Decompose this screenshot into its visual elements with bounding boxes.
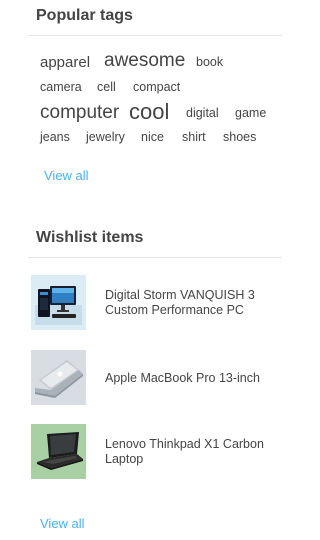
wishlist-divider <box>28 257 282 258</box>
tag-compact[interactable]: compact <box>133 81 180 94</box>
tag-cell[interactable]: cell <box>97 81 116 94</box>
tag-nice[interactable]: nice <box>141 131 164 144</box>
wishlist-item-name[interactable]: Lenovo Thinkpad X1 Carbon Laptop <box>105 424 283 480</box>
wishlist-item: Lenovo Thinkpad X1 Carbon Laptop <box>31 424 283 480</box>
wishlist-item: Apple MacBook Pro 13-inch <box>31 350 283 406</box>
tags-view-all-link[interactable]: View all <box>44 169 89 182</box>
thinkpad-icon[interactable] <box>31 424 86 479</box>
wishlist-item: Digital Storm VANQUISH 3 Custom Performa… <box>31 275 283 331</box>
popular-tags-divider <box>28 35 282 36</box>
tag-digital[interactable]: digital <box>186 107 219 120</box>
wishlist-view-all-link[interactable]: View all <box>40 517 85 530</box>
tag-shirt[interactable]: shirt <box>182 131 206 144</box>
tag-book[interactable]: book <box>196 56 223 69</box>
wishlist-item-name[interactable]: Apple MacBook Pro 13-inch <box>105 350 283 406</box>
tag-apparel[interactable]: apparel <box>40 55 90 70</box>
tag-game[interactable]: game <box>235 107 266 120</box>
tag-awesome[interactable]: awesome <box>104 51 185 70</box>
tag-cool[interactable]: cool <box>129 101 169 123</box>
desktop-pc-icon[interactable] <box>31 275 86 330</box>
wishlist-title: Wishlist items <box>36 229 144 246</box>
tag-computer[interactable]: computer <box>40 103 119 122</box>
wishlist-item-name[interactable]: Digital Storm VANQUISH 3 Custom Performa… <box>105 275 283 331</box>
tag-jeans[interactable]: jeans <box>40 131 70 144</box>
popular-tags-title: Popular tags <box>36 7 133 24</box>
macbook-icon[interactable] <box>31 350 86 405</box>
tag-jewelry[interactable]: jewelry <box>86 131 125 144</box>
tag-shoes[interactable]: shoes <box>223 131 256 144</box>
tag-camera[interactable]: camera <box>40 81 82 94</box>
